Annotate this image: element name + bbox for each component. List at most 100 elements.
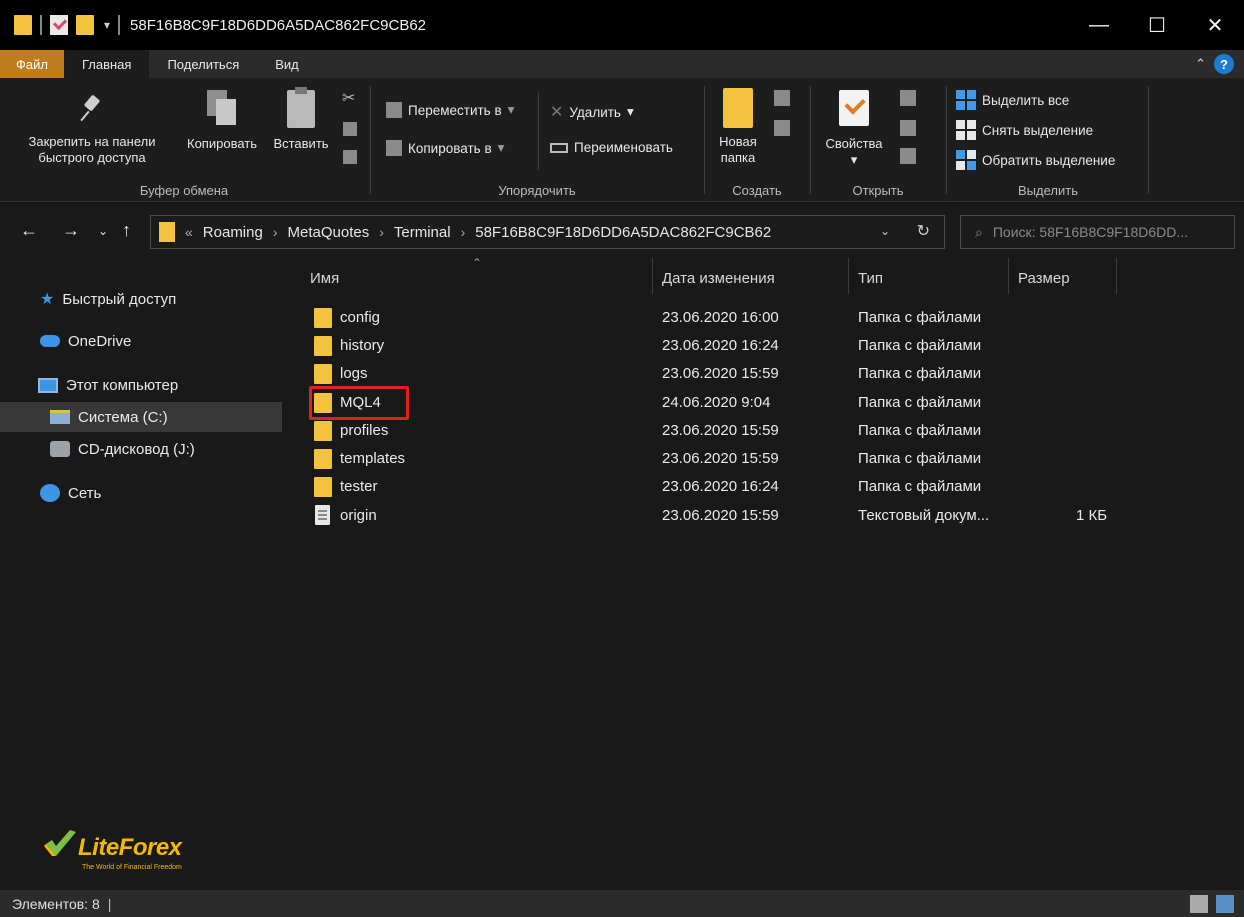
table-row[interactable]: logs 23.06.2020 15:59 Папка с файлами (282, 360, 1244, 388)
tab-view[interactable]: Вид (257, 50, 317, 78)
copy-to-button[interactable]: Копировать в ▾ (386, 140, 504, 156)
file-name: config (340, 309, 381, 326)
file-date: 23.06.2020 15:59 (662, 422, 779, 439)
pin-quick-access-button[interactable]: Закрепить на панели быстрого доступа (12, 94, 172, 166)
breadcrumb-terminal[interactable]: Terminal (394, 224, 451, 241)
folder-icon (314, 364, 332, 384)
forward-icon[interactable]: → (62, 220, 80, 241)
delete-icon: ✕ (550, 104, 564, 121)
edit-icon[interactable] (900, 120, 916, 136)
sidebar-item-quick-access[interactable]: ★ Быстрый доступ (0, 284, 282, 314)
maximize-button[interactable]: ☐ (1128, 0, 1186, 50)
table-row-mql4[interactable]: MQL4 24.06.2020 9:04 Папка с файлами (282, 386, 1244, 420)
column-divider[interactable] (848, 258, 849, 294)
tab-home[interactable]: Главная (63, 50, 150, 78)
sidebar-item-network[interactable]: Сеть (0, 478, 282, 508)
help-icon[interactable]: ? (1214, 54, 1234, 74)
table-row[interactable]: tester 23.06.2020 16:24 Папка с файлами (282, 473, 1244, 501)
copy-button[interactable]: Копировать (176, 90, 268, 152)
sidebar-item-onedrive[interactable]: OneDrive (0, 326, 282, 356)
up-icon[interactable]: ↑ (122, 220, 131, 241)
file-name: templates (340, 450, 406, 467)
back-icon[interactable]: ← (20, 220, 38, 241)
refresh-icon[interactable]: ↻ (917, 221, 930, 241)
sidebar-item-this-pc[interactable]: Этот компьютер (0, 370, 282, 400)
table-row[interactable]: profiles 23.06.2020 15:59 Папка с файлам… (282, 417, 1244, 445)
file-type: Папка с файлами (858, 478, 982, 495)
breadcrumb-separator[interactable]: › (273, 224, 278, 240)
status-divider: | (107, 895, 112, 912)
column-divider[interactable] (1116, 258, 1117, 294)
new-item-icon[interactable] (774, 90, 790, 106)
rename-button[interactable]: Переименовать (550, 140, 673, 155)
sidebar-item-label: Сеть (68, 484, 102, 502)
column-header-date[interactable]: Дата изменения (662, 258, 842, 298)
tab-share[interactable]: Поделиться (149, 50, 257, 78)
select-group: Выделить все Снять выделение Обратить вы… (948, 78, 1148, 202)
invert-selection-button[interactable]: Обратить выделение (956, 150, 1115, 170)
sidebar-item-system-drive[interactable]: Система (C:) (0, 402, 282, 432)
liteforex-logo-mark (44, 830, 76, 856)
text-file-icon (315, 505, 330, 525)
recent-locations-icon[interactable]: ⌄ (98, 224, 108, 238)
file-name: tester (340, 478, 378, 495)
properties-button[interactable]: Свойства ▾ (816, 90, 892, 168)
table-row[interactable]: config 23.06.2020 16:00 Папка с файлами (282, 304, 1244, 332)
cut-icon[interactable]: ✂ (342, 88, 355, 108)
address-history-icon[interactable]: ⌄ (880, 224, 890, 238)
group-divider (946, 86, 947, 194)
quick-access-toolbar: ▾ (0, 15, 121, 35)
details-view-icon[interactable] (1190, 895, 1208, 913)
column-divider[interactable] (1008, 258, 1009, 294)
folder-icon (314, 449, 332, 469)
copy-path-icon[interactable] (343, 122, 357, 136)
search-input[interactable]: ⌕ Поиск: 58F16B8C9F18D6DD... (960, 215, 1235, 249)
new-folder-button[interactable]: Новая папка (710, 88, 766, 166)
column-divider[interactable] (652, 258, 653, 294)
paste-shortcut-icon[interactable] (343, 150, 357, 164)
highlight-box (309, 386, 409, 420)
folder-icon (159, 222, 175, 242)
delete-button[interactable]: ✕ Удалить ▾ (550, 102, 634, 122)
select-all-button[interactable]: Выделить все (956, 90, 1069, 110)
file-list: ⌃ Имя Дата изменения Тип Размер config 2… (282, 256, 1244, 890)
sidebar-item-cd-drive[interactable]: CD-дисковод (J:) (0, 434, 282, 464)
paste-button[interactable]: Вставить (268, 87, 334, 152)
breadcrumb-separator[interactable]: › (379, 224, 384, 240)
large-icons-view-icon[interactable] (1216, 895, 1234, 913)
select-none-button[interactable]: Снять выделение (956, 120, 1093, 140)
copy-to-icon (386, 140, 402, 156)
pin-label-line1: Закрепить на панели (28, 134, 156, 149)
tab-file[interactable]: Файл (0, 50, 64, 78)
column-header-size[interactable]: Размер (1018, 258, 1118, 298)
file-size: 1 КБ (1076, 507, 1108, 524)
breadcrumb-overflow[interactable]: « (185, 224, 193, 240)
open-group-label: Открыть (852, 183, 904, 198)
table-row[interactable]: history 23.06.2020 16:24 Папка с файлами (282, 332, 1244, 360)
move-to-button[interactable]: Переместить в ▾ (386, 102, 514, 118)
open-icon[interactable] (900, 90, 916, 106)
close-button[interactable]: ✕ (1186, 0, 1244, 50)
breadcrumb-separator[interactable]: › (461, 224, 466, 240)
file-type: Папка с файлами (858, 337, 982, 354)
group-divider (810, 86, 811, 194)
create-group: Новая папка Создать (706, 78, 808, 202)
customize-toolbar-icon[interactable]: ▾ (104, 18, 110, 32)
column-header-name[interactable]: Имя (310, 258, 650, 298)
breadcrumb-roaming[interactable]: Roaming (203, 224, 263, 241)
minimize-button[interactable]: — (1070, 0, 1128, 50)
breadcrumb-current-folder[interactable]: 58F16B8C9F18D6DD6A5DAC862FC9CB62 (475, 224, 771, 241)
properties-icon[interactable] (50, 15, 68, 35)
column-header-type[interactable]: Тип (858, 258, 1008, 298)
new-folder-icon[interactable] (76, 15, 94, 35)
breadcrumb-metaquotes[interactable]: MetaQuotes (288, 224, 370, 241)
history-icon[interactable] (900, 148, 916, 164)
select-all-icon (956, 90, 976, 110)
table-row[interactable]: origin 23.06.2020 15:59 Текстовый докум.… (282, 502, 1244, 530)
invert-selection-label: Обратить выделение (982, 152, 1116, 168)
easy-access-icon[interactable] (774, 120, 790, 136)
address-bar[interactable]: « Roaming › MetaQuotes › Terminal › 58F1… (150, 215, 945, 249)
group-divider (370, 86, 371, 194)
table-row[interactable]: templates 23.06.2020 15:59 Папка с файла… (282, 445, 1244, 473)
collapse-ribbon-icon[interactable]: ⌃ (1195, 56, 1206, 72)
